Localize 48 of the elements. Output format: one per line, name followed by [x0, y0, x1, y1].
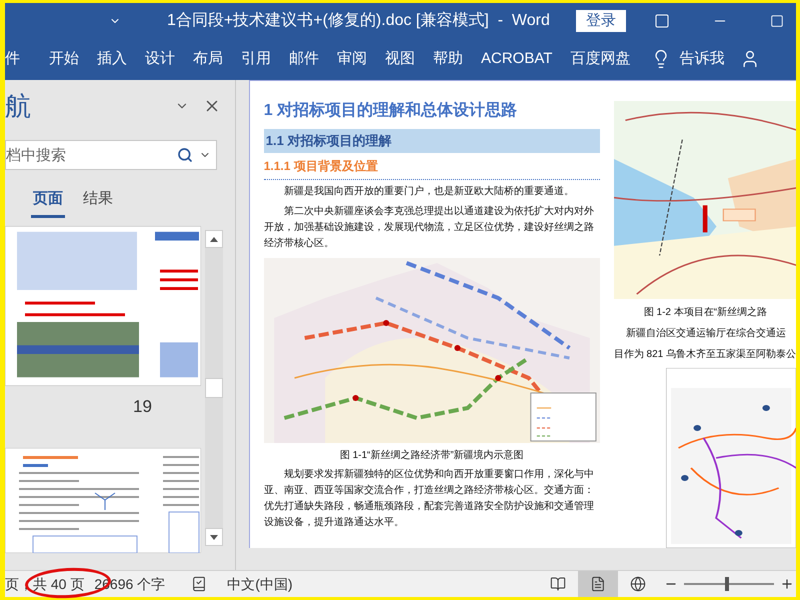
zoom-in-icon[interactable]	[780, 577, 794, 591]
ribbon-tab[interactable]: 视图	[376, 48, 424, 70]
zoom-slider[interactable]	[684, 577, 774, 591]
figure-caption: 图 1-1“新丝绸之路经济带”新疆境内示意图	[340, 448, 524, 462]
print-layout-icon	[590, 576, 606, 592]
language: 中文(中国)	[227, 574, 293, 594]
figure-caption: 图 1-2 本项目在“新丝绸之路	[644, 306, 768, 320]
scroll-thumb[interactable]	[205, 378, 223, 398]
proofing-icon[interactable]	[191, 576, 208, 592]
scroll-down-icon[interactable]	[205, 528, 223, 546]
scroll-up-icon[interactable]	[205, 230, 223, 248]
page-thumbnail[interactable]	[5, 226, 201, 386]
ribbon-tab[interactable]: 引用	[232, 48, 280, 70]
read-mode-icon	[550, 576, 566, 592]
ribbon-tab[interactable]: 百度网盘	[561, 48, 640, 70]
paragraph: 新疆自治区交通运输厅在综合交通运	[626, 326, 787, 341]
window-title: 1合同段+技术建议书+(修复的).doc [兼容模式] - Word	[167, 10, 550, 30]
page-number: 19	[133, 396, 153, 418]
web-layout-icon	[630, 576, 646, 592]
ribbon-tab[interactable]: 件	[5, 48, 20, 70]
ribbon-tab[interactable]: 审阅	[328, 48, 376, 70]
page-thumbnail[interactable]	[5, 448, 201, 552]
search-field[interactable]: 档中搜索	[5, 140, 217, 170]
pane-tab[interactable]: 结果	[81, 184, 115, 218]
pane-title: 航	[5, 90, 31, 122]
paragraph: 目作为 821 乌鲁木齐至五家渠至阿勒泰公	[614, 348, 796, 362]
tell-me-button[interactable]: 告诉我	[679, 48, 724, 70]
heading: 1 对招标项目的理解和总体设计思路	[264, 100, 518, 121]
ribbon-tab[interactable]: ACROBAT	[472, 48, 562, 70]
ribbon-tab[interactable]: 开始	[40, 48, 88, 70]
heading: 1.1 对招标项目的理解	[264, 129, 600, 152]
ribbon-tab[interactable]: 设计	[136, 48, 184, 70]
ribbon-tab[interactable]: 布局	[184, 48, 232, 70]
sign-in-button[interactable]: 登录	[576, 10, 626, 32]
ribbon-tab[interactable]: 插入	[88, 48, 136, 70]
search-icon[interactable]	[177, 147, 193, 163]
slider-thumb[interactable]	[725, 577, 730, 591]
view-button[interactable]	[578, 571, 618, 597]
maximize-icon[interactable]	[770, 14, 784, 28]
ribbon-display-options-icon[interactable]	[654, 12, 670, 28]
ribbon-tab[interactable]: 邮件	[280, 48, 328, 70]
pane-tab[interactable]: 页面	[31, 184, 65, 218]
ribbon-tab[interactable]: 帮助	[424, 48, 472, 70]
paragraph: 新疆是我国向西开放的重要门户，也是新亚欧大陆桥的重要通道。	[282, 184, 575, 198]
paragraph: 第二次中央新疆座谈会李克强总理提出以通道建设为依托扩大对内对外开放，加强基础设施建设，发展现代物流，立足区位优势，建设好丝绸之路经济带核心区。	[264, 204, 595, 250]
paragraph: 规划要求发挥新疆独特的区位优势和向西开放重要窗口作用，深化与中亚、南亚、西亚等国家交流合作，打造丝绸之路经济带核心区。交通方面：优先打通缺失路段，畅通瓶颈路段，配套完善道路安全防护设施和交通管理设施设备，提升道路通达水平。	[264, 468, 595, 530]
heading: 1.1.1 项目背景及位置	[264, 156, 600, 180]
scrollbar[interactable]	[205, 230, 223, 546]
